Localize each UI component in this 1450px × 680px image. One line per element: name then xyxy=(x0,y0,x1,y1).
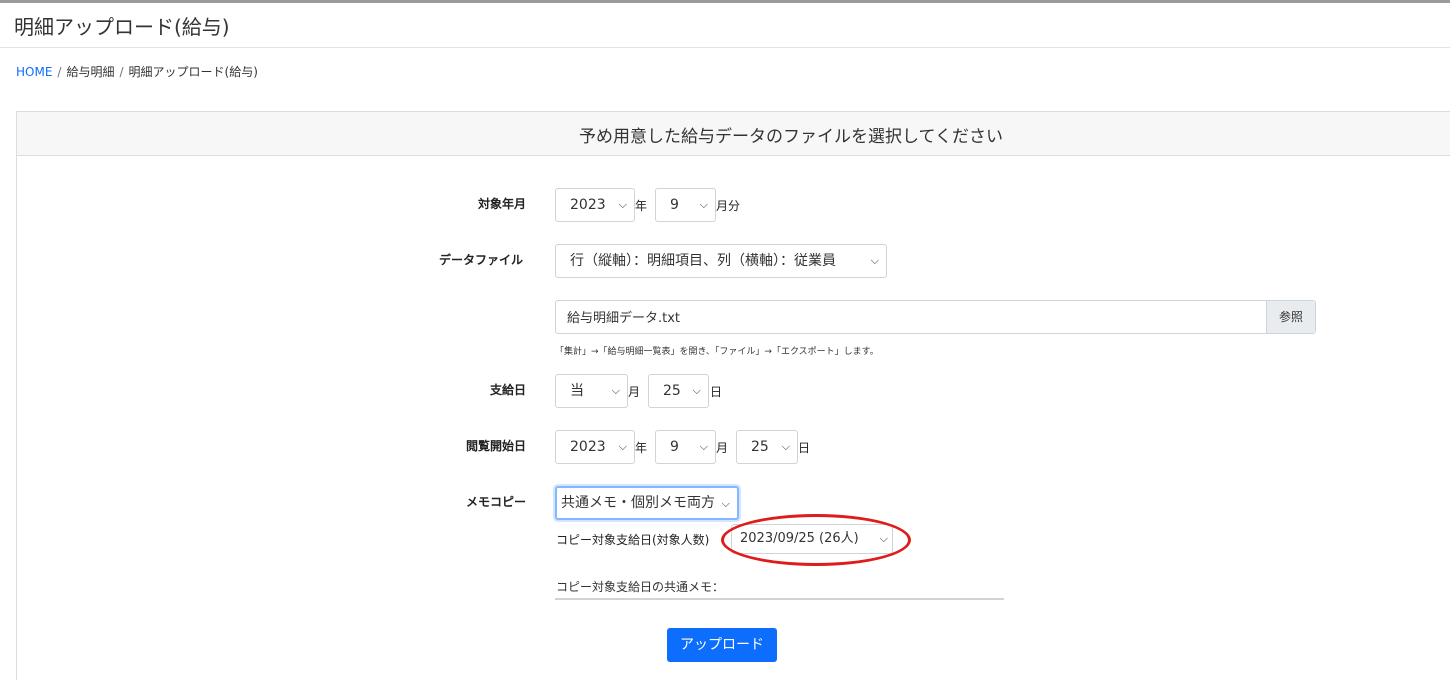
view-start-day-unit: 日 xyxy=(798,441,811,455)
chevron-down-icon: ⌵ xyxy=(618,440,627,453)
pay-month-value: 当 xyxy=(570,383,584,399)
breadcrumb: HOME / 給与明細 / 明細アップロード(給与) xyxy=(16,63,258,80)
file-layout-value: 行（縦軸）：明細項目、列（横軸）：従業員 xyxy=(570,253,836,269)
view-start-month-unit: 月 xyxy=(716,441,729,455)
card-header-text: 予め用意した給与データのファイルを選択してください xyxy=(579,127,1003,147)
copy-date-select[interactable]: 2023/09/25 (26人) ⌵ xyxy=(731,524,893,554)
chevron-down-icon: ⌵ xyxy=(699,440,708,453)
view-start-year-value: 2023 xyxy=(570,439,606,455)
target-year-unit: 年 xyxy=(635,199,648,213)
chevron-down-icon: ⌵ xyxy=(611,384,620,397)
common-memo-label: コピー対象支給日の共通メモ： xyxy=(556,580,725,594)
target-year-select[interactable]: 2023 ⌵ xyxy=(555,188,635,222)
target-month-unit: 月分 xyxy=(716,199,741,213)
chevron-down-icon: ⌵ xyxy=(879,532,888,545)
chevron-down-icon: ⌵ xyxy=(618,198,627,211)
view-start-day-value: 25 xyxy=(751,439,769,455)
common-memo-underline xyxy=(555,598,1004,600)
chevron-down-icon: ⌵ xyxy=(781,440,790,453)
pay-month-unit: 月 xyxy=(628,385,641,399)
view-start-month-value: 9 xyxy=(670,439,679,455)
chevron-down-icon: ⌵ xyxy=(870,254,879,267)
file-layout-select[interactable]: 行（縦軸）：明細項目、列（横軸）：従業員 ⌵ xyxy=(555,244,887,278)
view-start-year-select[interactable]: 2023 ⌵ xyxy=(555,430,635,464)
pay-day-label: 支給日 xyxy=(490,383,527,397)
memo-copy-value: 共通メモ・個別メモ両方 xyxy=(561,495,715,511)
target-year-value: 2023 xyxy=(570,197,606,213)
pay-day-value: 25 xyxy=(663,383,681,399)
pay-day-select[interactable]: 25 ⌵ xyxy=(648,374,709,408)
file-hint: 「集計」→「給与明細一覧表」を開き、「ファイル」→「エクスポート」します。 xyxy=(555,347,879,357)
view-start-label: 閲覧開始日 xyxy=(466,439,527,453)
breadcrumb-separator: / xyxy=(119,65,124,79)
chevron-down-icon: ⌵ xyxy=(692,384,701,397)
chevron-down-icon: ⌵ xyxy=(721,497,730,510)
breadcrumb-payslip: 給与明細 xyxy=(66,65,115,79)
window-top-border xyxy=(0,0,1450,3)
file-input[interactable]: 給与明細データ.txt 参照 xyxy=(555,300,1316,334)
memo-copy-label: メモコピー xyxy=(466,495,527,509)
view-start-year-unit: 年 xyxy=(635,441,648,455)
breadcrumb-separator: / xyxy=(57,65,62,79)
memo-copy-select[interactable]: 共通メモ・個別メモ両方 ⌵ xyxy=(555,486,739,520)
data-file-label: データファイル xyxy=(439,253,524,267)
page-title: 明細アップロード(給与) xyxy=(14,15,230,39)
title-divider xyxy=(0,47,1450,48)
chevron-down-icon: ⌵ xyxy=(699,198,708,211)
pay-month-select[interactable]: 当 ⌵ xyxy=(555,374,628,408)
view-start-day-select[interactable]: 25 ⌵ xyxy=(736,430,798,464)
file-name: 給与明細データ.txt xyxy=(567,311,681,326)
target-month-label: 対象年月 xyxy=(478,197,527,211)
copy-date-label: コピー対象支給日(対象人数) xyxy=(556,533,710,547)
view-start-month-select[interactable]: 9 ⌵ xyxy=(655,430,716,464)
breadcrumb-home-link[interactable]: HOME xyxy=(16,65,52,79)
breadcrumb-current: 明細アップロード(給与) xyxy=(128,65,258,79)
browse-button[interactable]: 参照 xyxy=(1266,301,1315,333)
upload-button[interactable]: アップロード xyxy=(667,628,777,662)
target-month-value: 9 xyxy=(670,197,679,213)
pay-day-unit: 日 xyxy=(710,385,723,399)
target-month-select[interactable]: 9 ⌵ xyxy=(655,188,716,222)
copy-date-value: 2023/09/25 (26人) xyxy=(740,531,859,546)
card-header: 予め用意した給与データのファイルを選択してください xyxy=(17,112,1450,156)
